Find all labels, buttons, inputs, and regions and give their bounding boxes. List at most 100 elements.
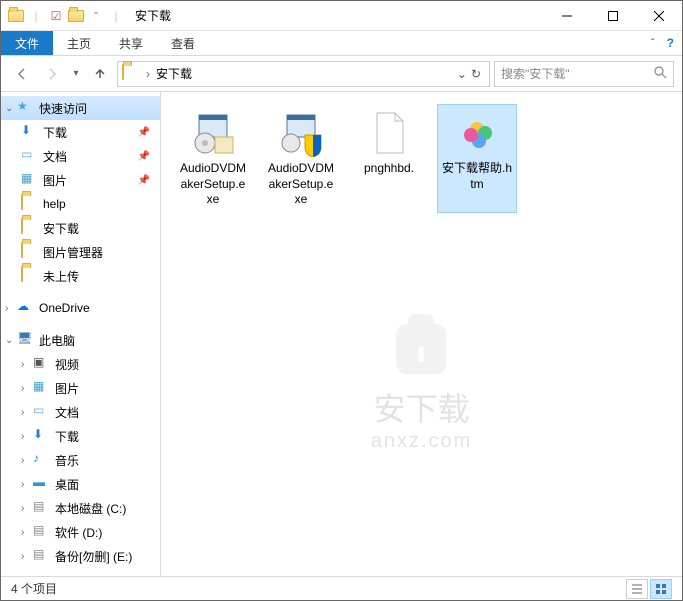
sidebar-item-pictures[interactable]: ▦ 图片 📌 xyxy=(1,168,160,192)
drive-icon: ▤ xyxy=(33,499,51,517)
exe-shield-icon xyxy=(277,109,325,157)
sidebar-item-drivec[interactable]: › ▤ 本地磁盘 (C:) xyxy=(1,496,160,520)
watermark-url: anxz.com xyxy=(371,430,473,453)
watermark: 安下载 anxz.com xyxy=(371,304,473,453)
titlebar: | ☑ ⁼ | 安下载 xyxy=(1,1,682,31)
sidebar-item-label: 快速访问 xyxy=(39,100,87,117)
chevron-right-icon[interactable]: › xyxy=(21,359,33,370)
folder-icon xyxy=(21,267,39,285)
chevron-right-icon[interactable]: › xyxy=(21,551,33,562)
up-button[interactable] xyxy=(87,61,113,87)
sidebar-item-label: 下载 xyxy=(55,428,79,445)
chevron-right-icon[interactable]: › xyxy=(21,407,33,418)
file-list[interactable]: AudioDVDMakerSetup.exe AudioDVDMakerSetu… xyxy=(161,92,682,576)
sidebar-item-pictures2[interactable]: › ▦ 图片 xyxy=(1,376,160,400)
chevron-down-icon[interactable]: ⌄ xyxy=(5,335,17,346)
sidebar-item-label: 未上传 xyxy=(43,268,79,285)
checkbox-icon[interactable]: ☑ xyxy=(47,7,65,25)
file-item[interactable]: AudioDVDMakerSetup.exe xyxy=(173,104,253,213)
item-count: 4 个项目 xyxy=(11,580,57,597)
folder-icon xyxy=(21,195,39,213)
drive-icon: ▤ xyxy=(33,523,51,541)
back-button[interactable] xyxy=(9,61,35,87)
pin-icon: 📌 xyxy=(138,175,156,186)
folder-icon xyxy=(21,243,39,261)
chevron-right-icon[interactable]: › xyxy=(21,479,33,490)
maximize-button[interactable] xyxy=(590,1,636,31)
chevron-right-icon[interactable]: › xyxy=(21,383,33,394)
chevron-right-icon[interactable]: › xyxy=(21,527,33,538)
qat-dropdown-icon[interactable]: ⁼ xyxy=(87,7,105,25)
picture-icon: ▦ xyxy=(21,171,39,189)
recent-dropdown-icon[interactable]: ▾ xyxy=(69,61,83,87)
pin-icon: 📌 xyxy=(138,151,156,162)
address-bar[interactable]: › 安下载 ⌄ ↻ xyxy=(117,61,490,87)
sidebar-item-quick-access[interactable]: ⌄ ★ 快速访问 xyxy=(1,96,160,120)
chevron-right-icon[interactable]: › xyxy=(21,455,33,466)
search-input[interactable]: 搜索"安下载" xyxy=(494,61,674,87)
chevron-right-icon[interactable]: › xyxy=(21,431,33,442)
picture-icon: ▦ xyxy=(33,379,51,397)
sidebar-item-videos[interactable]: › ▣ 视频 xyxy=(1,352,160,376)
music-icon: ♪ xyxy=(33,451,51,469)
chevron-down-icon[interactable]: ⌄ xyxy=(5,103,17,114)
sidebar-item-downloads[interactable]: ⬇ 下载 📌 xyxy=(1,120,160,144)
qat-divider: | xyxy=(27,7,45,25)
blank-file-icon xyxy=(365,109,413,157)
video-icon: ▣ xyxy=(33,355,51,373)
file-label: 安下载帮助.htm xyxy=(442,161,512,192)
file-item[interactable]: 安下载帮助.htm xyxy=(437,104,517,213)
sidebar-item-label: 本地磁盘 (C:) xyxy=(55,500,126,517)
address-dropdown-icon[interactable]: ⌄ xyxy=(457,67,467,81)
sidebar-item-documents2[interactable]: › ▭ 文档 xyxy=(1,400,160,424)
tab-file[interactable]: 文件 xyxy=(1,31,53,55)
details-view-button[interactable] xyxy=(626,579,648,599)
minimize-button[interactable] xyxy=(544,1,590,31)
sidebar-item-label: 图片管理器 xyxy=(43,244,103,261)
tab-share[interactable]: 共享 xyxy=(105,31,157,55)
sidebar-item-label: 文档 xyxy=(43,148,67,165)
icons-view-button[interactable] xyxy=(650,579,672,599)
sidebar-item-anxz[interactable]: 安下载 xyxy=(1,216,160,240)
drive-icon: ▤ xyxy=(33,547,51,565)
folder-icon xyxy=(21,219,39,237)
refresh-icon[interactable]: ↻ xyxy=(471,67,481,81)
chevron-right-icon[interactable]: › xyxy=(21,503,33,514)
ribbon-expand-icon[interactable]: ˇ xyxy=(651,36,655,50)
file-item[interactable]: AudioDVDMakerSetup.exe xyxy=(261,104,341,213)
sidebar-item-onedrive[interactable]: › ☁ OneDrive xyxy=(1,296,160,320)
watermark-text: 安下载 xyxy=(371,384,473,430)
sidebar-item-label: 视频 xyxy=(55,356,79,373)
file-item[interactable]: pnghhbd. xyxy=(349,104,429,213)
sidebar-item-label: 安下载 xyxy=(43,220,79,237)
file-label: AudioDVDMakerSetup.exe xyxy=(266,161,336,208)
sidebar-item-drived[interactable]: › ▤ 软件 (D:) xyxy=(1,520,160,544)
tab-home[interactable]: 主页 xyxy=(53,31,105,55)
sidebar-item-label: help xyxy=(43,197,66,211)
sidebar-item-noup[interactable]: 未上传 xyxy=(1,264,160,288)
file-label: AudioDVDMakerSetup.exe xyxy=(178,161,248,208)
sidebar[interactable]: ⌄ ★ 快速访问 ⬇ 下载 📌 ▭ 文档 📌 ▦ 图片 📌 help 安下载 xyxy=(1,92,161,576)
search-icon[interactable] xyxy=(653,65,667,82)
sidebar-item-help[interactable]: help xyxy=(1,192,160,216)
sidebar-item-documents[interactable]: ▭ 文档 📌 xyxy=(1,144,160,168)
file-label: pnghhbd. xyxy=(354,161,424,177)
sidebar-item-label: 图片 xyxy=(43,172,67,189)
statusbar: 4 个项目 xyxy=(1,576,682,600)
forward-button[interactable] xyxy=(39,61,65,87)
sidebar-item-picmgr[interactable]: 图片管理器 xyxy=(1,240,160,264)
breadcrumb[interactable]: 安下载 xyxy=(152,65,196,82)
chevron-right-icon[interactable]: › xyxy=(5,303,17,314)
sidebar-item-downloads2[interactable]: › ⬇ 下载 xyxy=(1,424,160,448)
sidebar-item-thispc[interactable]: ⌄ 🖥 此电脑 xyxy=(1,328,160,352)
tab-view[interactable]: 查看 xyxy=(157,31,209,55)
sidebar-item-music[interactable]: › ♪ 音乐 xyxy=(1,448,160,472)
sidebar-item-label: 音乐 xyxy=(55,452,79,469)
document-icon: ▭ xyxy=(33,403,51,421)
sidebar-item-drivee[interactable]: › ▤ 备份[勿删] (E:) xyxy=(1,544,160,568)
sidebar-item-label: 软件 (D:) xyxy=(55,524,102,541)
sidebar-item-desktop[interactable]: › ▬ 桌面 xyxy=(1,472,160,496)
breadcrumb-sep[interactable]: › xyxy=(146,67,150,81)
close-button[interactable] xyxy=(636,1,682,31)
help-icon[interactable]: ? xyxy=(667,36,674,50)
